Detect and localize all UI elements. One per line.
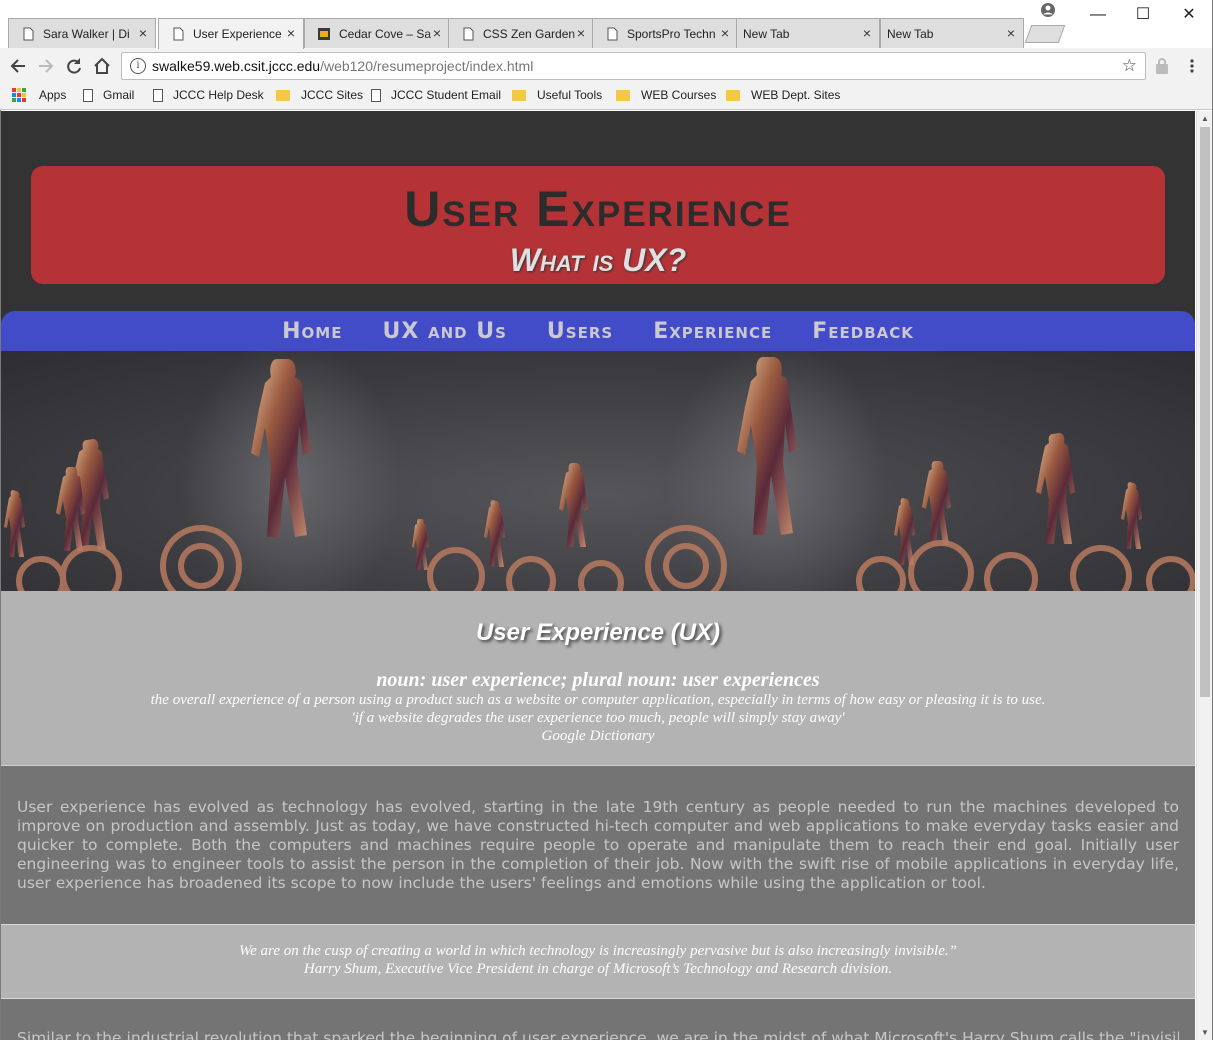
site-nav: Home UX and Us Users Experience Feedback (1, 311, 1195, 351)
forward-arrow-icon[interactable] (36, 56, 56, 76)
tab-new-tab-2[interactable]: New Tab × (880, 18, 1024, 48)
browser-toolbar: i swalke59.web.csit.jccc.edu/web120/resu… (0, 48, 1213, 84)
folder-icon (616, 89, 630, 101)
cedar-cove-icon (317, 27, 331, 41)
quote-section: We are on the cusp of creating a world i… (1, 924, 1195, 999)
tab-css-zen-garden[interactable]: CSS Zen Garden × (448, 18, 594, 48)
bookmark-label: WEB Dept. Sites (751, 88, 841, 102)
nav-link-ux-and-us[interactable]: UX and Us (382, 319, 506, 344)
bookmark-star-icon[interactable]: ☆ (1122, 56, 1137, 76)
close-tab-icon[interactable]: × (433, 25, 441, 41)
bookmark-jccc-student-email[interactable]: JCCC Student Email (371, 88, 501, 102)
page-icon (153, 88, 163, 102)
definition-source: Google Dictionary (541, 728, 655, 744)
tab-cedar-cove[interactable]: Cedar Cove – Sa × (304, 18, 450, 48)
nav-link-home[interactable]: Home (282, 319, 342, 344)
scrollbar-thumb[interactable] (1200, 127, 1210, 697)
hero-banner-image (1, 351, 1195, 591)
tab-user-experience[interactable]: User Experience × (158, 18, 304, 49)
history-paragraph: User experience has evolved as technolog… (17, 798, 1179, 892)
tab-title: New Tab (887, 26, 934, 41)
menu-kebab-icon[interactable] (1188, 58, 1196, 74)
folder-icon (512, 89, 526, 101)
quote-text: We are on the cusp of creating a world i… (239, 943, 957, 959)
minimize-button[interactable]: — (1075, 4, 1121, 26)
nav-link-users[interactable]: Users (547, 319, 613, 344)
page-icon (171, 27, 185, 41)
definition-section: User Experience (UX) noun: user experien… (1, 591, 1195, 765)
definition-heading: User Experience (UX) (475, 619, 721, 646)
bookmark-label: JCCC Help Desk (173, 88, 264, 102)
site-title: User Experience (404, 181, 792, 237)
tab-sara-walker[interactable]: Sara Walker | Di × (8, 18, 156, 48)
definition-noun: noun: user experience; plural noun: user… (376, 669, 820, 691)
page-icon (371, 88, 381, 102)
tab-new-tab-1[interactable]: New Tab × (736, 18, 880, 48)
scroll-up-arrow-icon[interactable]: ▲ (1201, 114, 1209, 123)
folder-icon (276, 89, 290, 101)
close-tab-icon[interactable]: × (721, 25, 729, 41)
reload-icon[interactable] (64, 56, 84, 76)
history-section: User experience has evolved as technolog… (1, 765, 1195, 924)
address-path: /web120/resumeproject/index.html (320, 58, 534, 74)
tab-title: New Tab (743, 26, 790, 41)
close-tab-icon[interactable]: × (1007, 25, 1015, 41)
close-tab-icon[interactable]: × (287, 25, 295, 41)
bookmark-label: Useful Tools (537, 88, 603, 102)
trophy-figures-illustration (4, 351, 1195, 591)
home-icon[interactable] (92, 56, 112, 76)
apps-grid-icon (12, 88, 26, 102)
scroll-down-arrow-icon[interactable]: ▼ (1201, 1028, 1209, 1037)
close-window-button[interactable]: ✕ (1166, 4, 1212, 26)
new-tab-button[interactable] (1024, 25, 1066, 43)
bookmark-jccc-sites[interactable]: JCCC Sites (276, 88, 363, 102)
nav-link-experience[interactable]: Experience (653, 319, 772, 344)
page-icon (83, 88, 93, 102)
nav-link-feedback[interactable]: Feedback (812, 319, 914, 344)
page-scrollbar[interactable]: ▲ ▼ (1196, 111, 1213, 1040)
profile-icon[interactable] (1040, 2, 1056, 18)
bookmark-gmail[interactable]: Gmail (83, 88, 134, 102)
window-border-left (0, 110, 1, 1040)
page-icon (461, 27, 475, 41)
close-tab-icon[interactable]: × (139, 25, 147, 41)
bookmark-web-dept-sites[interactable]: WEB Dept. Sites (726, 88, 840, 102)
page-icon (21, 27, 35, 41)
close-tab-icon[interactable]: × (863, 25, 871, 41)
invisible-section: Similar to the industrial revolution tha… (1, 999, 1195, 1040)
definition-meaning: the overall experience of a person using… (150, 692, 1046, 708)
bookmark-jccc-help-desk[interactable]: JCCC Help Desk (153, 88, 264, 102)
page-viewport: User Experience What is UX? Home UX and … (1, 111, 1195, 1040)
address-bar[interactable]: i swalke59.web.csit.jccc.edu/web120/resu… (121, 52, 1146, 80)
bookmark-useful-tools[interactable]: Useful Tools (512, 88, 602, 102)
back-arrow-icon[interactable] (8, 56, 28, 76)
bookmark-label: Apps (39, 88, 67, 102)
bookmarks-bar: Apps Gmail JCCC Help Desk JCCC Sites JCC… (0, 84, 1213, 110)
page-icon (605, 27, 619, 41)
definition-example: 'if a website degrades the user experien… (351, 710, 845, 726)
folder-icon (726, 89, 740, 101)
quote-attribution: Harry Shum, Executive Vice President in … (303, 961, 893, 977)
info-icon[interactable]: i (130, 58, 146, 74)
site-header: User Experience What is UX? (31, 166, 1165, 284)
tab-strip: Sara Walker | Di × User Experience × Ced… (0, 0, 1213, 49)
bookmark-label: WEB Courses (641, 88, 717, 102)
bookmark-web-courses[interactable]: WEB Courses (616, 88, 716, 102)
bookmark-apps[interactable]: Apps (12, 88, 66, 102)
site-subtitle: What is UX? (509, 242, 687, 278)
bookmark-label: JCCC Student Email (391, 88, 502, 102)
browser-chrome: Sara Walker | Di × User Experience × Ced… (0, 0, 1213, 110)
maximize-button[interactable]: ☐ (1120, 4, 1166, 26)
tab-sportspro[interactable]: SportsPro Techn × (592, 18, 738, 48)
bookmark-label: Gmail (103, 88, 135, 102)
invisible-paragraph: Similar to the industrial revolution tha… (17, 1029, 1179, 1040)
extension-lock-icon[interactable] (1154, 57, 1170, 75)
close-tab-icon[interactable]: × (577, 25, 585, 41)
bookmark-label: JCCC Sites (301, 88, 364, 102)
address-host: swalke59.web.csit.jccc.edu (152, 58, 321, 74)
